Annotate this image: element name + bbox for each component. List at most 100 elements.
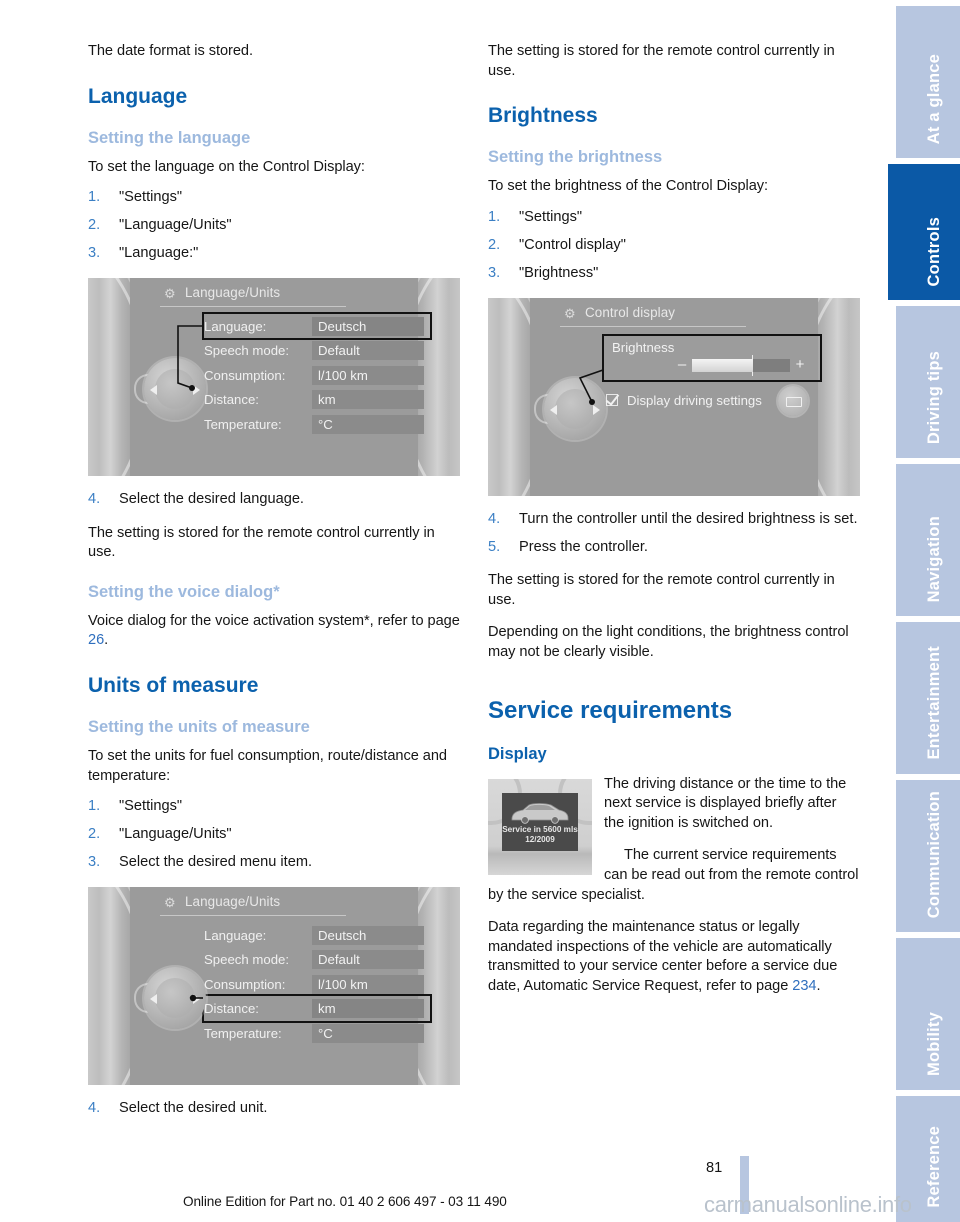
manual-page: The date format is stored. Language Sett…: [0, 0, 960, 1222]
tab-navigation[interactable]: Navigation: [896, 464, 960, 616]
voice-dialog-text-after: .: [104, 632, 109, 649]
setting-brightness-intro: To set the brightness of the Control Dis…: [488, 178, 769, 195]
idrive-display-units: ⚙ Language/Units Language: Deutsch Speec…: [88, 886, 460, 1085]
display-title: Control display: [585, 304, 676, 320]
heading-service-requirements: Service requirements: [488, 696, 733, 724]
controller-knob-icon: [134, 357, 206, 420]
menu-row-language[interactable]: Language: Deutsch: [202, 312, 432, 341]
menu-row-label: Temperature:: [204, 416, 282, 432]
heading-display: Display: [488, 744, 547, 763]
brightness-control-row[interactable]: Brightness – +: [602, 333, 822, 382]
tab-label: Navigation: [925, 515, 943, 602]
display-divider: [160, 914, 346, 916]
gear-icon: ⚙: [564, 305, 576, 321]
brightness-label: Brightness: [612, 339, 675, 355]
tab-driving-tips[interactable]: Driving tips: [896, 306, 960, 458]
tab-label: Communication: [925, 790, 943, 918]
idrive-display-control-display: ⚙ Control display Brightness – + Display…: [488, 297, 860, 496]
service-cluster-thumbnail: Service in 5600 mls 12/2009: [488, 778, 592, 875]
brightness-slider[interactable]: – +: [676, 354, 806, 376]
step-text: "Language:": [119, 245, 199, 262]
menu-row-speech-mode[interactable]: Speech mode: Default: [204, 947, 430, 972]
light-conditions-note: Depending on the light conditions, the b…: [488, 624, 849, 661]
tab-label: Mobility: [925, 1012, 943, 1076]
display-screen-area: ⚙ Language/Units Language: Deutsch Speec…: [130, 277, 432, 476]
units-steps-list: "Settings" "Language/Units" Select the d…: [88, 797, 460, 873]
list-item: Select the desired menu item.: [88, 853, 460, 873]
page-number: 81: [706, 1160, 723, 1176]
left-arrow-icon: [550, 404, 557, 415]
list-item: "Language/Units": [88, 216, 460, 236]
display-paragraph-3: Data regarding the maintenance status or…: [488, 918, 860, 996]
menu-row-label: Language:: [204, 318, 267, 334]
page-reference-link[interactable]: 26: [88, 632, 104, 648]
list-item: "Language/Units": [88, 825, 460, 845]
list-item: "Control display": [488, 236, 860, 256]
slider-tick-bottom: [751, 371, 754, 376]
tab-at-a-glance[interactable]: At a glance: [896, 6, 960, 158]
display-driving-settings-row[interactable]: Display driving settings: [606, 393, 762, 408]
display-divider: [560, 325, 746, 327]
menu-row-language[interactable]: Language: Deutsch: [204, 923, 430, 948]
left-arrow-icon: [150, 384, 157, 395]
heading-language: Language: [88, 84, 188, 108]
menu-row-value: °C: [312, 414, 424, 434]
list-item: Select the desired language.: [88, 490, 460, 510]
display-divider: [160, 305, 346, 307]
menu-row-temperature[interactable]: Temperature: °C: [204, 412, 430, 437]
menu-row-label: Consumption:: [204, 976, 286, 992]
menu-row-distance[interactable]: Distance: km: [202, 994, 432, 1023]
heading-units-of-measure: Units of measure: [88, 673, 259, 697]
tab-entertainment[interactable]: Entertainment: [896, 622, 960, 774]
menu-row-value: Deutsch: [312, 925, 424, 945]
display-title: Language/Units: [185, 893, 281, 909]
step-text: "Language/Units": [119, 217, 232, 234]
stored-note-top: The setting is stored for the remote con…: [488, 43, 835, 79]
menu-row-temperature[interactable]: Temperature: °C: [204, 1021, 430, 1046]
minus-icon[interactable]: –: [676, 357, 688, 372]
checkbox-checked-icon[interactable]: [606, 394, 618, 407]
language-step4-list: Select the desired language.: [88, 490, 460, 510]
tab-mobility[interactable]: Mobility: [896, 938, 960, 1090]
list-item: "Brightness": [488, 264, 860, 284]
heading-setting-the-brightness: Setting the brightness: [488, 148, 663, 167]
menu-row-value: l/100 km: [312, 365, 424, 385]
voice-dialog-text: Voice dialog for the voice activation sy…: [88, 612, 460, 629]
tab-controls[interactable]: Controls: [888, 164, 960, 300]
menu-row-label: Distance:: [204, 1001, 259, 1017]
step-text: Select the desired menu item.: [119, 854, 313, 871]
list-item: Press the controller.: [488, 538, 860, 558]
plus-icon[interactable]: +: [794, 357, 806, 372]
controller-knob-icon: [134, 966, 206, 1029]
left-arrow-icon: [150, 993, 157, 1004]
heading-setting-voice-dialog: Setting the voice dialog*: [88, 582, 280, 601]
step-text: Turn the controller until the desired br…: [519, 510, 858, 527]
tab-communication[interactable]: Communication: [896, 780, 960, 932]
brightness-steps-list: "Settings" "Control display" "Brightness…: [488, 208, 860, 284]
step-text: "Settings": [119, 189, 183, 206]
menu-row-consumption[interactable]: Consumption: l/100 km: [204, 972, 430, 997]
heading-setting-the-language: Setting the language: [88, 128, 251, 147]
slider-track[interactable]: [692, 354, 790, 376]
stored-note: The setting is stored for the remote con…: [88, 524, 435, 561]
page-content: The date format is stored. Language Sett…: [0, 0, 884, 1222]
knob-inner: [555, 388, 595, 429]
right-arrow-icon: [193, 384, 200, 395]
idrive-display-language-units: ⚙ Language/Units Language: Deutsch Speec…: [88, 277, 460, 476]
menu-row-consumption[interactable]: Consumption: l/100 km: [204, 363, 430, 388]
menu-row-speech-mode[interactable]: Speech mode: Default: [204, 338, 430, 363]
stored-note-bottom: The setting is stored for the remote con…: [488, 572, 835, 608]
menu-row-value: Default: [312, 950, 424, 970]
section-tab-rail: At a glance Controls Driving tips Naviga…: [884, 0, 960, 1222]
right-arrow-icon: [193, 993, 200, 1004]
page-reference-link[interactable]: 234: [792, 978, 816, 994]
display-toggle-button-icon[interactable]: [778, 385, 808, 416]
brightness-steps-4-5: Turn the controller until the desired br…: [488, 510, 860, 558]
service-line-2: 12/2009: [525, 834, 555, 844]
menu-row-distance[interactable]: Distance: km: [204, 387, 430, 412]
para3-text: Data regarding the maintenance status or…: [488, 919, 838, 994]
para3-text-after: .: [816, 977, 821, 994]
tab-label: Entertainment: [925, 646, 943, 760]
car-icon: [511, 802, 569, 824]
units-intro: To set the units for fuel consumption, r…: [88, 747, 447, 784]
